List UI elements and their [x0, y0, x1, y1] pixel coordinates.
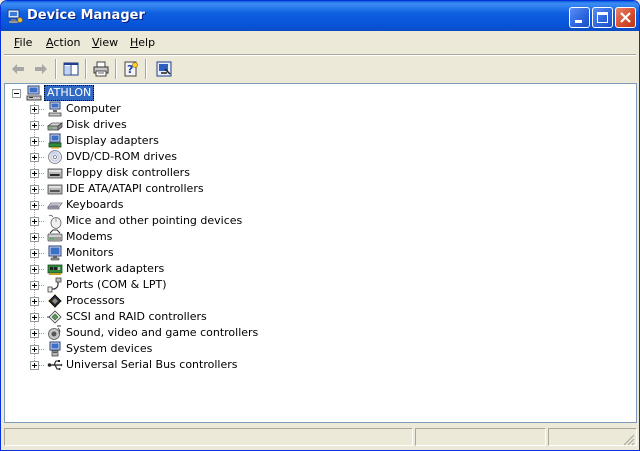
minimize-button[interactable] — [569, 7, 590, 28]
modem-icon — [47, 229, 63, 242]
printer-icon — [93, 61, 109, 77]
menu-help[interactable]: Help — [130, 36, 155, 49]
cdrom-icon — [48, 150, 62, 164]
tree-category-label: SCSI and RAID controllers — [66, 310, 207, 323]
expand-toggle[interactable] — [30, 233, 39, 242]
usb-icon — [47, 360, 63, 370]
status-pane-main — [4, 428, 413, 446]
forward-arrow-icon — [35, 64, 47, 74]
expand-toggle[interactable] — [30, 345, 39, 354]
close-button[interactable] — [615, 7, 636, 28]
expand-toggle[interactable] — [30, 121, 39, 130]
tree-category-label: IDE ATA/ATAPI controllers — [66, 182, 204, 195]
tree-category-label: Sound, video and game controllers — [66, 326, 259, 339]
tree-category-label: Computer — [66, 102, 121, 115]
show-hide-console-tree-button[interactable] — [60, 58, 82, 80]
tree-root-label: ATHLON — [44, 85, 95, 101]
disk-drive-icon — [47, 122, 63, 131]
port-icon — [47, 277, 62, 293]
tree-category-label: Network adapters — [66, 262, 165, 275]
menu-bar: File Action View Help — [4, 33, 636, 53]
minimize-icon — [575, 20, 582, 23]
resize-grip-icon[interactable] — [623, 434, 635, 446]
expand-toggle[interactable] — [30, 217, 39, 226]
menu-view[interactable]: View — [92, 36, 118, 49]
floppy-controller-icon — [47, 168, 63, 179]
ide-controller-icon — [47, 184, 63, 195]
maximize-icon — [597, 12, 608, 23]
tree-category-label: Processors — [66, 294, 125, 307]
device-tree-view[interactable]: ATHLON Computer Disk drives Display adapte… — [4, 83, 637, 423]
expand-toggle[interactable] — [30, 137, 39, 146]
status-pane-2 — [415, 428, 546, 446]
expand-toggle[interactable] — [30, 249, 39, 258]
tree-category-label: Disk drives — [66, 118, 127, 131]
expand-toggle[interactable] — [30, 313, 39, 322]
mouse-icon — [48, 214, 62, 229]
tree-category-label: Ports (COM & LPT) — [66, 278, 167, 291]
tree-category-label: System devices — [66, 342, 153, 355]
window-title: Device Manager — [27, 8, 145, 23]
monitor-properties-icon — [156, 61, 172, 77]
help-button[interactable]: ? — [120, 58, 142, 80]
expand-toggle[interactable] — [30, 185, 39, 194]
expand-toggle[interactable] — [30, 361, 39, 370]
computer-icon — [48, 101, 62, 117]
back-button[interactable] — [7, 58, 29, 80]
display-adapter-icon — [48, 133, 62, 149]
tree-category-label: Monitors — [66, 246, 114, 259]
network-adapter-icon — [47, 264, 63, 275]
maximize-button[interactable] — [592, 7, 613, 28]
expand-toggle[interactable] — [30, 329, 39, 338]
status-bar — [4, 426, 637, 448]
scsi-icon — [47, 310, 62, 324]
toolbar-separator — [145, 59, 147, 79]
back-arrow-icon — [12, 64, 24, 74]
properties-button[interactable] — [153, 58, 175, 80]
tree-category-label: Mice and other pointing devices — [66, 214, 243, 227]
monitor-icon — [48, 245, 62, 261]
menu-action[interactable]: Action — [46, 36, 80, 49]
tree-category-label: Universal Serial Bus controllers — [66, 358, 238, 371]
tree-category-label: Keyboards — [66, 198, 124, 211]
tree-category-label: Floppy disk controllers — [66, 166, 190, 179]
expand-toggle[interactable] — [30, 201, 39, 210]
toolbar-separator — [55, 59, 57, 79]
device-manager-window: Device Manager File Action View Help ? A… — [0, 0, 640, 451]
forward-button[interactable] — [30, 58, 52, 80]
device-tree: ATHLON Computer Disk drives Display adapte… — [5, 84, 636, 422]
toolbar-separator — [115, 59, 117, 79]
menu-file[interactable]: File — [14, 36, 32, 49]
sound-icon — [48, 325, 61, 340]
toolbar-separator — [85, 59, 87, 79]
tree-category-label: DVD/CD-ROM drives — [66, 150, 177, 163]
expand-toggle[interactable] — [30, 153, 39, 162]
toolbar: ? — [4, 56, 636, 82]
close-icon — [620, 12, 631, 23]
tree-category-label: Display adapters — [66, 134, 159, 147]
title-bar[interactable]: Device Manager — [1, 1, 639, 31]
processor-icon — [48, 294, 62, 308]
expand-toggle[interactable] — [30, 297, 39, 306]
console-tree-icon — [63, 62, 79, 76]
expand-toggle[interactable] — [30, 105, 39, 114]
tree-category-label: Modems — [66, 230, 113, 243]
expand-toggle[interactable] — [30, 281, 39, 290]
print-button[interactable] — [90, 58, 112, 80]
keyboard-icon — [47, 202, 63, 210]
help-icon: ? — [124, 61, 138, 77]
device-manager-icon — [7, 9, 23, 24]
expand-toggle[interactable] — [30, 265, 39, 274]
system-device-icon — [49, 341, 61, 357]
expand-toggle[interactable] — [30, 169, 39, 178]
collapse-toggle[interactable] — [12, 89, 21, 98]
